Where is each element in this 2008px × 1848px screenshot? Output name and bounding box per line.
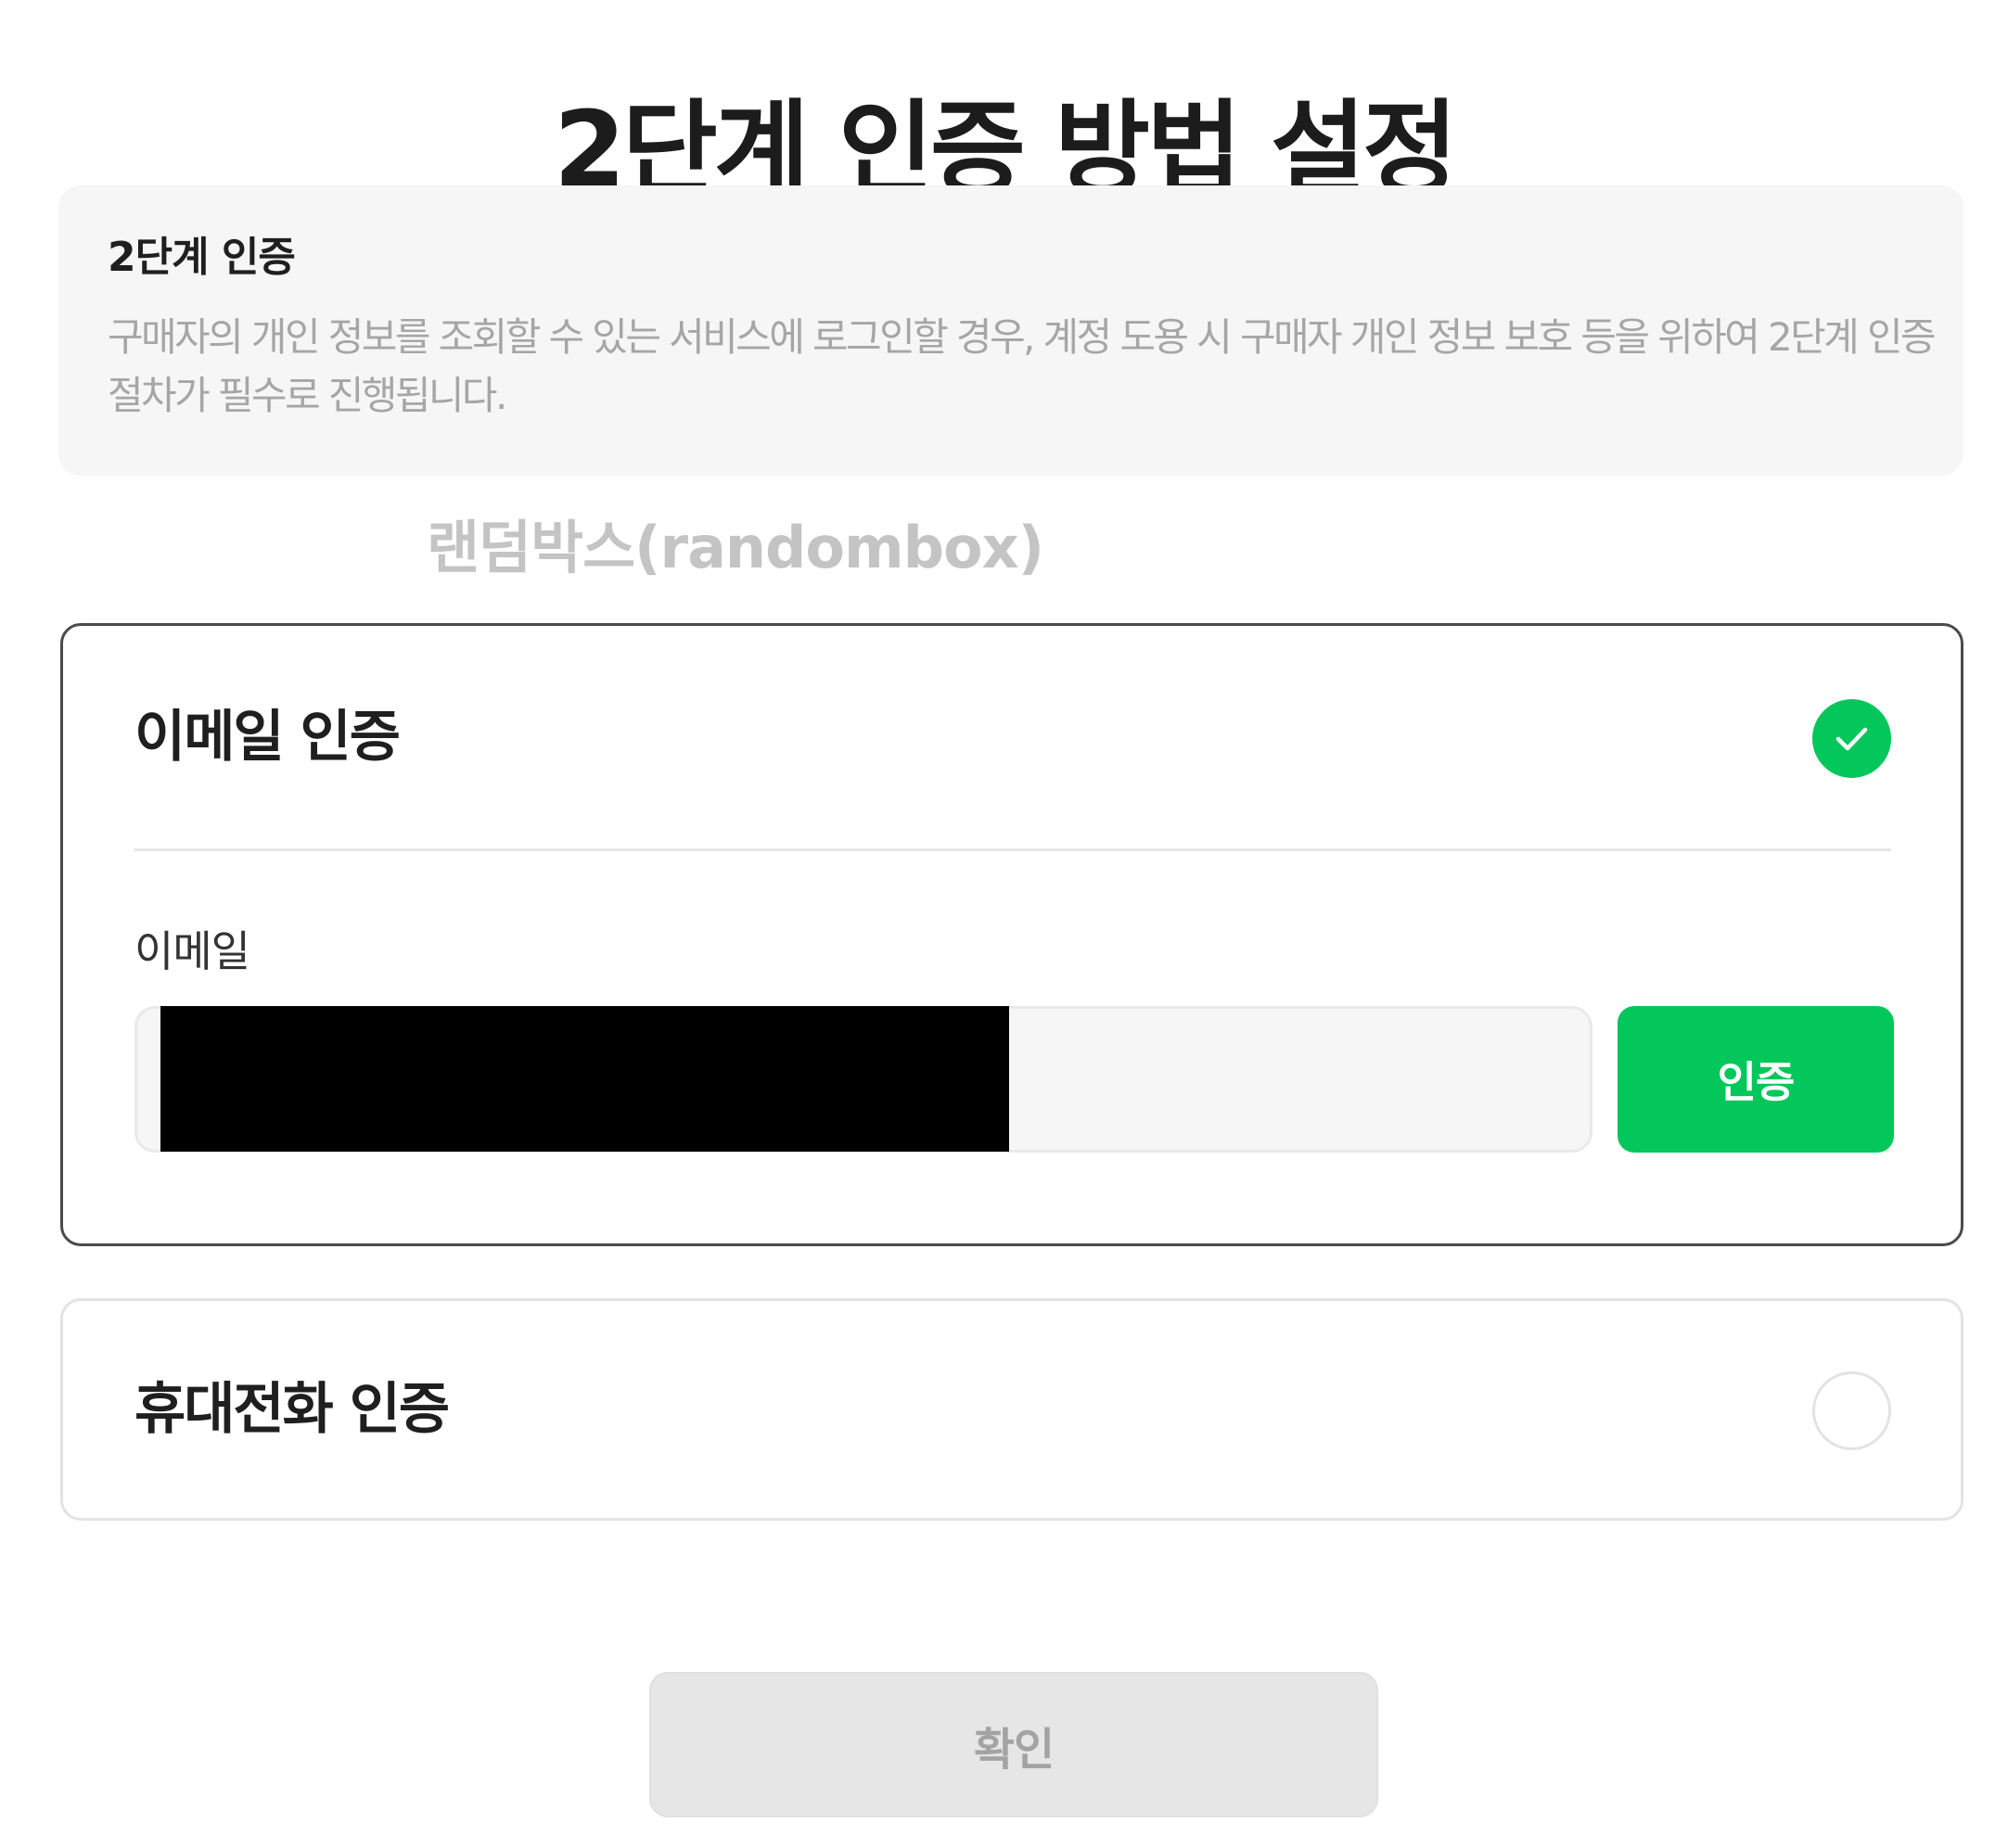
confirm-button[interactable]: 확인 (649, 1672, 1378, 1817)
unselected-radio-icon[interactable] (1812, 1371, 1891, 1450)
checkmark-icon (1835, 727, 1868, 751)
shop-name: 랜덤박스(randombox) (427, 514, 1044, 581)
email-auth-option[interactable]: 이메일 인증 이메일 인증 (60, 623, 1963, 1246)
two-factor-notice: 2단계 인증 구매자의 개인 정보를 조회할 수 있는 서비스에 로그인할 경우… (58, 185, 1963, 476)
phone-auth-title: 휴대전화 인증 (134, 1377, 450, 1442)
phone-auth-option[interactable]: 휴대전화 인증 (60, 1298, 1963, 1521)
card-divider (134, 848, 1891, 851)
redacted-email-value (160, 1006, 1009, 1152)
email-field-label: 이메일 (134, 926, 250, 976)
notice-description: 구매자의 개인 정보를 조회할 수 있는 서비스에 로그인할 경우, 계정 도용… (108, 314, 1937, 418)
selected-check-icon[interactable] (1812, 699, 1891, 778)
email-auth-title: 이메일 인증 (134, 705, 401, 770)
notice-title: 2단계 인증 (108, 234, 296, 281)
verify-email-button[interactable]: 인증 (1618, 1006, 1894, 1153)
